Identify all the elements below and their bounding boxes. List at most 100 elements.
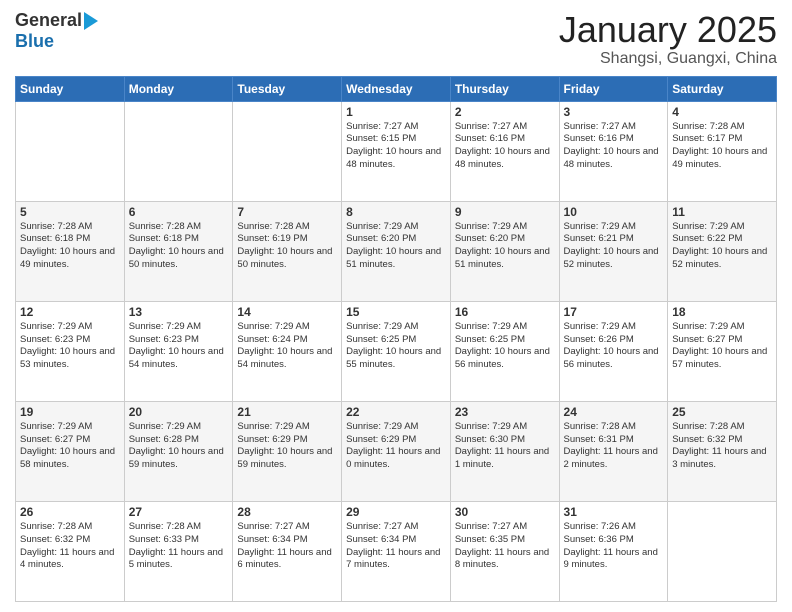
calendar-cell: 27 Sunrise: 7:28 AM Sunset: 6:33 PM Dayli… <box>124 501 233 601</box>
calendar-cell: 16Sunrise: 7:29 AM Sunset: 6:25 PM Dayli… <box>450 301 559 401</box>
day-number: 6 <box>129 205 229 219</box>
day-info: Sunrise: 7:28 AM Sunset: 6:31 PM Dayligh… <box>564 421 664 472</box>
day-info: Sunrise: 7:28 AM Sunset: 6:32 PM Dayligh… <box>672 421 772 472</box>
day-number: 18 <box>672 305 772 319</box>
day-info: Sunrise: 7:27 AM Sunset: 6:15 PM Dayligh… <box>346 121 446 172</box>
title-block: January 2025 Shangsi, Guangxi, China <box>559 10 777 68</box>
day-info: Sunrise: 7:29 AM Sunset: 6:21 PM Dayligh… <box>564 221 664 272</box>
day-info: Sunrise: 7:29 AM Sunset: 6:22 PM Dayligh… <box>672 221 772 272</box>
day-info: Sunrise: 7:27 AM Sunset: 6:34 PM Dayligh… <box>346 521 446 572</box>
day-number: 23 <box>455 405 555 419</box>
calendar-cell: 23 Sunrise: 7:29 AM Sunset: 6:30 PM Dayli… <box>450 401 559 501</box>
calendar-cell: 22 Sunrise: 7:29 AM Sunset: 6:29 PM Dayli… <box>342 401 451 501</box>
day-number: 3 <box>564 105 664 119</box>
day-info: Sunrise: 7:26 AM Sunset: 6:36 PM Dayligh… <box>564 521 664 572</box>
calendar-header-friday: Friday <box>559 76 668 101</box>
day-info: Sunrise: 7:28 AM Sunset: 6:17 PM Dayligh… <box>672 121 772 172</box>
calendar-cell: 8 Sunrise: 7:29 AM Sunset: 6:20 PM Daylig… <box>342 201 451 301</box>
calendar-cell: 5 Sunrise: 7:28 AM Sunset: 6:18 PM Daylig… <box>16 201 125 301</box>
calendar-cell <box>16 101 125 201</box>
day-info: Sunrise: 7:29 AM Sunset: 6:30 PM Dayligh… <box>455 421 555 472</box>
day-number: 5 <box>20 205 120 219</box>
calendar-header-tuesday: Tuesday <box>233 76 342 101</box>
calendar-week-row: 5 Sunrise: 7:28 AM Sunset: 6:18 PM Daylig… <box>16 201 777 301</box>
calendar-week-row: 26 Sunrise: 7:28 AM Sunset: 6:32 PM Dayli… <box>16 501 777 601</box>
day-info: Sunrise: 7:29 AM Sunset: 6:23 PM Dayligh… <box>20 321 120 372</box>
calendar-header-thursday: Thursday <box>450 76 559 101</box>
day-info: Sunrise: 7:29 AM Sunset: 6:23 PM Dayligh… <box>129 321 229 372</box>
day-info: Sunrise: 7:29 AM Sunset: 6:28 PM Dayligh… <box>129 421 229 472</box>
calendar-week-row: 19Sunrise: 7:29 AM Sunset: 6:27 PM Dayli… <box>16 401 777 501</box>
calendar-cell: 28Sunrise: 7:27 AM Sunset: 6:34 PM Dayli… <box>233 501 342 601</box>
calendar-header-monday: Monday <box>124 76 233 101</box>
calendar-cell: 14Sunrise: 7:29 AM Sunset: 6:24 PM Dayli… <box>233 301 342 401</box>
calendar-cell: 17Sunrise: 7:29 AM Sunset: 6:26 PM Dayli… <box>559 301 668 401</box>
day-info: Sunrise: 7:28 AM Sunset: 6:18 PM Dayligh… <box>129 221 229 272</box>
day-info: Sunrise: 7:27 AM Sunset: 6:16 PM Dayligh… <box>455 121 555 172</box>
logo-general: General <box>15 10 82 31</box>
calendar-cell: 1 Sunrise: 7:27 AM Sunset: 6:15 PM Daylig… <box>342 101 451 201</box>
day-number: 11 <box>672 205 772 219</box>
calendar-week-row: 12 Sunrise: 7:29 AM Sunset: 6:23 PM Dayli… <box>16 301 777 401</box>
calendar-cell: 10 Sunrise: 7:29 AM Sunset: 6:21 PM Dayli… <box>559 201 668 301</box>
title-month-year: January 2025 <box>559 10 777 50</box>
day-info: Sunrise: 7:28 AM Sunset: 6:33 PM Dayligh… <box>129 521 229 572</box>
day-info: Sunrise: 7:29 AM Sunset: 6:20 PM Dayligh… <box>346 221 446 272</box>
calendar-cell: 6 Sunrise: 7:28 AM Sunset: 6:18 PM Daylig… <box>124 201 233 301</box>
calendar-cell <box>233 101 342 201</box>
day-number: 1 <box>346 105 446 119</box>
day-number: 20 <box>129 405 229 419</box>
day-info: Sunrise: 7:27 AM Sunset: 6:35 PM Dayligh… <box>455 521 555 572</box>
calendar-cell <box>124 101 233 201</box>
logo-arrow-icon <box>84 12 98 30</box>
calendar-cell: 9Sunrise: 7:29 AM Sunset: 6:20 PM Daylig… <box>450 201 559 301</box>
day-number: 29 <box>346 505 446 519</box>
day-number: 10 <box>564 205 664 219</box>
calendar-table: SundayMondayTuesdayWednesdayThursdayFrid… <box>15 76 777 602</box>
day-number: 15 <box>346 305 446 319</box>
day-number: 26 <box>20 505 120 519</box>
calendar-cell: 19Sunrise: 7:29 AM Sunset: 6:27 PM Dayli… <box>16 401 125 501</box>
day-number: 22 <box>346 405 446 419</box>
day-number: 13 <box>129 305 229 319</box>
day-info: Sunrise: 7:29 AM Sunset: 6:25 PM Dayligh… <box>346 321 446 372</box>
day-number: 27 <box>129 505 229 519</box>
calendar-header-sunday: Sunday <box>16 76 125 101</box>
calendar-cell: 4 Sunrise: 7:28 AM Sunset: 6:17 PM Daylig… <box>668 101 777 201</box>
page: General Blue January 2025 Shangsi, Guang… <box>0 0 792 612</box>
day-info: Sunrise: 7:29 AM Sunset: 6:27 PM Dayligh… <box>672 321 772 372</box>
day-info: Sunrise: 7:28 AM Sunset: 6:32 PM Dayligh… <box>20 521 120 572</box>
day-number: 8 <box>346 205 446 219</box>
calendar-header-row: SundayMondayTuesdayWednesdayThursdayFrid… <box>16 76 777 101</box>
day-number: 7 <box>237 205 337 219</box>
day-number: 12 <box>20 305 120 319</box>
day-number: 4 <box>672 105 772 119</box>
calendar-cell: 20 Sunrise: 7:29 AM Sunset: 6:28 PM Dayli… <box>124 401 233 501</box>
calendar-cell: 11 Sunrise: 7:29 AM Sunset: 6:22 PM Dayli… <box>668 201 777 301</box>
day-info: Sunrise: 7:28 AM Sunset: 6:19 PM Dayligh… <box>237 221 337 272</box>
calendar-cell: 3 Sunrise: 7:27 AM Sunset: 6:16 PM Daylig… <box>559 101 668 201</box>
day-info: Sunrise: 7:28 AM Sunset: 6:18 PM Dayligh… <box>20 221 120 272</box>
day-info: Sunrise: 7:29 AM Sunset: 6:29 PM Dayligh… <box>346 421 446 472</box>
calendar-cell: 21Sunrise: 7:29 AM Sunset: 6:29 PM Dayli… <box>233 401 342 501</box>
calendar-cell: 25 Sunrise: 7:28 AM Sunset: 6:32 PM Dayli… <box>668 401 777 501</box>
day-info: Sunrise: 7:27 AM Sunset: 6:34 PM Dayligh… <box>237 521 337 572</box>
day-info: Sunrise: 7:29 AM Sunset: 6:29 PM Dayligh… <box>237 421 337 472</box>
calendar-cell: 31 Sunrise: 7:26 AM Sunset: 6:36 PM Dayli… <box>559 501 668 601</box>
day-number: 25 <box>672 405 772 419</box>
day-number: 30 <box>455 505 555 519</box>
calendar-cell: 15 Sunrise: 7:29 AM Sunset: 6:25 PM Dayli… <box>342 301 451 401</box>
calendar-header-saturday: Saturday <box>668 76 777 101</box>
calendar-header-wednesday: Wednesday <box>342 76 451 101</box>
day-number: 19 <box>20 405 120 419</box>
day-info: Sunrise: 7:27 AM Sunset: 6:16 PM Dayligh… <box>564 121 664 172</box>
logo-blue: Blue <box>15 31 54 52</box>
calendar-cell: 26 Sunrise: 7:28 AM Sunset: 6:32 PM Dayli… <box>16 501 125 601</box>
calendar-cell: 2Sunrise: 7:27 AM Sunset: 6:16 PM Daylig… <box>450 101 559 201</box>
day-number: 17 <box>564 305 664 319</box>
calendar-cell: 24Sunrise: 7:28 AM Sunset: 6:31 PM Dayli… <box>559 401 668 501</box>
logo: General Blue <box>15 10 98 52</box>
calendar-cell: 29 Sunrise: 7:27 AM Sunset: 6:34 PM Dayli… <box>342 501 451 601</box>
day-number: 31 <box>564 505 664 519</box>
header: General Blue January 2025 Shangsi, Guang… <box>15 10 777 68</box>
